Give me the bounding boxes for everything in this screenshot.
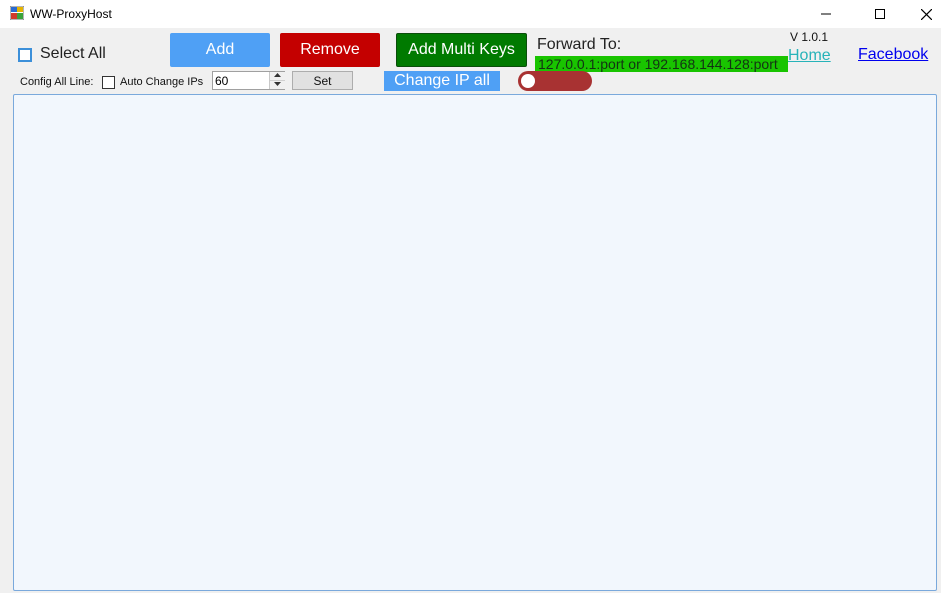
maximize-icon <box>875 9 885 19</box>
app-icon <box>10 6 24 20</box>
add-button[interactable]: Add <box>170 33 270 67</box>
select-all-checkbox[interactable] <box>18 48 32 62</box>
change-ip-all-button[interactable]: Change IP all <box>384 71 500 91</box>
add-multi-keys-button[interactable]: Add Multi Keys <box>396 33 527 67</box>
remove-button[interactable]: Remove <box>280 33 380 67</box>
spin-down-button[interactable] <box>270 81 285 89</box>
home-link[interactable]: Home <box>788 47 831 65</box>
toggle-knob <box>521 74 535 88</box>
select-all-label[interactable]: Select All <box>40 45 106 63</box>
spin-up-button[interactable] <box>270 72 285 81</box>
chevron-down-icon <box>270 82 285 86</box>
interval-stepper[interactable] <box>212 71 285 90</box>
minimize-icon <box>821 9 831 19</box>
title-bar: WW-ProxyHost <box>0 0 941 28</box>
auto-change-ips-label[interactable]: Auto Change IPs <box>120 76 203 88</box>
minimize-button[interactable] <box>803 0 849 28</box>
forward-to-input[interactable]: 127.0.0.1:port or 192.168.144.128:port <box>535 56 788 72</box>
interval-input[interactable] <box>215 73 267 88</box>
forward-to-label: Forward To: <box>537 36 622 53</box>
set-button[interactable]: Set <box>292 71 353 90</box>
close-icon <box>920 8 932 20</box>
maximize-button[interactable] <box>857 0 903 28</box>
spin-buttons <box>269 72 285 89</box>
window-title: WW-ProxyHost <box>30 7 112 21</box>
config-all-line-label: Config All Line: <box>20 76 94 88</box>
proxy-toggle[interactable] <box>518 71 592 91</box>
chevron-up-icon <box>270 73 285 77</box>
auto-change-ips-checkbox[interactable] <box>102 76 115 89</box>
facebook-link[interactable]: Facebook <box>858 46 928 64</box>
version-label: V 1.0.1 <box>790 30 829 44</box>
close-button[interactable] <box>903 0 941 28</box>
proxy-list-panel[interactable] <box>13 94 937 591</box>
